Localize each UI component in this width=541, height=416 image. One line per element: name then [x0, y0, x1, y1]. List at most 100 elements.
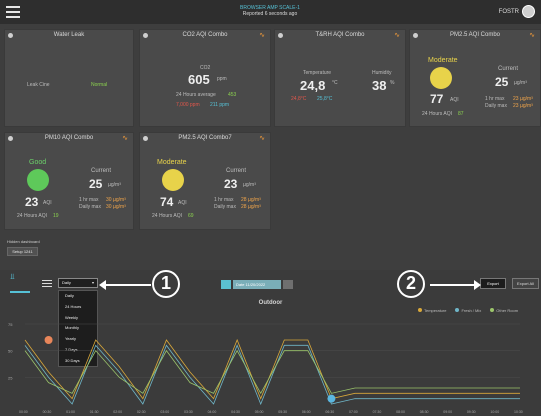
legend-label: Fresh / Mix [461, 308, 482, 313]
temperature-label: Temperature [303, 70, 332, 76]
period-selected: Daily [62, 280, 71, 285]
arrow-two [430, 284, 477, 286]
hamburger-menu-icon[interactable] [6, 6, 20, 18]
pm25b-status: Moderate [157, 159, 187, 166]
x-tick-label: 09:00 [443, 410, 452, 414]
pm25-hr-label: 1 hr max [485, 96, 505, 102]
user-name[interactable]: FOSTR [499, 9, 519, 15]
pm10-hr-value: 30 µg/m³ [106, 197, 126, 203]
y-tick-label: 25 [8, 375, 13, 380]
list-view-icon[interactable] [42, 280, 52, 289]
pm10-aqi: 23 [25, 195, 39, 209]
export-all-button[interactable]: Export All [512, 278, 539, 289]
pm25-second-card: PM2.5 AQI Combo7 ∿ Moderate 74 AQI 24 Ho… [139, 132, 271, 230]
hidden-dashboard-label: Hidden dashboard [7, 239, 40, 244]
pm25-current-unit: µg/m³ [514, 80, 527, 86]
avatar[interactable] [522, 5, 535, 18]
legend-item[interactable]: Fresh / Mix [455, 308, 481, 313]
pulse-icon[interactable]: ∿ [122, 134, 128, 142]
x-tick-label: 06:30 [325, 410, 334, 414]
y-tick-label: 75 [8, 322, 13, 327]
pm10-status: Good [29, 159, 47, 166]
period-select[interactable]: Daily ▾ [58, 278, 98, 288]
legend-label: Other Room [496, 308, 519, 313]
x-tick-label: 00:30 [43, 410, 52, 414]
card-title: PM2.5 AQI Combo [449, 32, 501, 38]
setup-button[interactable]: Setup 1241 [7, 247, 38, 256]
pm25b-current-unit: µg/m³ [243, 182, 256, 188]
card-title: PM2.5 AQI Combo7 [178, 135, 232, 141]
data-point-marker[interactable] [327, 394, 336, 403]
arrow-one [99, 280, 151, 290]
x-tick-label: 00:00 [19, 410, 28, 414]
pm10-current-value: 25 [89, 177, 103, 191]
temperature-min: 24,8°C [291, 96, 307, 102]
pm25b-24h-value: 69 [188, 213, 194, 219]
x-tick-label: 01:00 [66, 410, 75, 414]
x-tick-label: 09:30 [467, 410, 476, 414]
trh-card: T&RH AQI Combo ∿ Temperature Humidity 24… [274, 29, 406, 127]
x-tick-label: 01:30 [90, 410, 99, 414]
pm25-daily-value: 23 µg/m³ [513, 103, 533, 109]
card-title: Water Leak [53, 32, 85, 38]
humidity-value: 38 [372, 78, 387, 93]
pm25-daily-label: Daily max [485, 103, 507, 109]
legend-item[interactable]: Other Room [490, 308, 518, 313]
x-tick-label: 07:00 [349, 410, 358, 414]
chart-view-icon[interactable]: ⫫ [10, 272, 15, 282]
temperature-unit: °C [332, 80, 338, 86]
data-point-marker[interactable] [44, 336, 53, 344]
pm10-current-label: Current [91, 168, 112, 174]
pulse-icon[interactable]: ∿ [529, 31, 535, 39]
co2-avg-label: 24 Hours average [176, 92, 216, 98]
temperature-value: 24,8 [300, 78, 326, 93]
pm25b-current-label: Current [226, 168, 247, 174]
x-tick-label: 10:00 [490, 410, 499, 414]
user-area[interactable]: FOSTR [499, 5, 535, 18]
pulse-icon[interactable]: ∿ [259, 134, 265, 142]
pm25-hr-value: 23 µg/m³ [513, 96, 533, 102]
callout-one: 1 [152, 270, 180, 298]
pm25b-hr-value: 28 µg/m³ [241, 197, 261, 203]
x-tick-label: 06:00 [302, 410, 311, 414]
co2-max: 211 ppm [210, 102, 230, 108]
y-tick-label: 50 [8, 349, 13, 354]
x-tick-label: 04:00 [208, 410, 217, 414]
chart-title: Outdoor [258, 300, 283, 306]
pm25-status: Moderate [428, 57, 458, 64]
pulse-icon[interactable]: ∿ [394, 31, 400, 39]
co2-avg-value: 453 [228, 92, 237, 98]
date-field[interactable]: Date 11/20/2022 [233, 280, 281, 289]
x-tick-label: 03:30 [184, 410, 193, 414]
pm25-card: PM2.5 AQI Combo ∿ Moderate 77 AQI 24 Hou… [409, 29, 541, 127]
callout-two: 2 [397, 270, 425, 298]
x-tick-label: 10:30 [514, 410, 523, 414]
export-button[interactable]: Export [480, 278, 506, 289]
x-tick-label: 03:00 [160, 410, 169, 414]
good-face-icon [27, 169, 49, 191]
x-tick-label: 04:30 [231, 410, 240, 414]
legend-label: Temperature [424, 308, 447, 313]
pm10-24h-label: 24 Hours AQI [17, 213, 48, 219]
pm25b-aqi-unit: AQI [178, 200, 187, 206]
co2-card: CO2 AQI Combo ∿ CO2 605 ppm 24 Hours ave… [139, 29, 271, 127]
x-tick-label: 05:00 [255, 410, 264, 414]
pulse-icon[interactable]: ∿ [259, 31, 265, 39]
pm25-aqi: 77 [430, 92, 444, 106]
card-title: CO2 AQI Combo [182, 32, 228, 38]
legend-item[interactable]: Temperature [418, 308, 446, 313]
moderate-face-icon [162, 169, 184, 191]
prev-date-button[interactable] [221, 280, 231, 289]
pm25-current-label: Current [498, 66, 519, 72]
pm10-current-unit: µg/m³ [108, 182, 121, 188]
card-title: PM10 AQI Combo [44, 135, 94, 141]
device-status: BROWSER AMP SCALE-1 Reported 6 seconds a… [200, 5, 340, 17]
next-date-button[interactable] [283, 280, 293, 289]
pm10-daily-label: Daily max [79, 204, 101, 210]
pm25b-aqi: 74 [160, 195, 174, 209]
reported-time: Reported 6 seconds ago [242, 11, 298, 17]
pm25-aqi-unit: AQI [450, 97, 459, 103]
x-tick-label: 02:00 [113, 410, 122, 414]
leak-label: Leak Cine [27, 82, 50, 88]
chart-legend: Temperature Fresh / Mix Other Room [418, 308, 518, 313]
